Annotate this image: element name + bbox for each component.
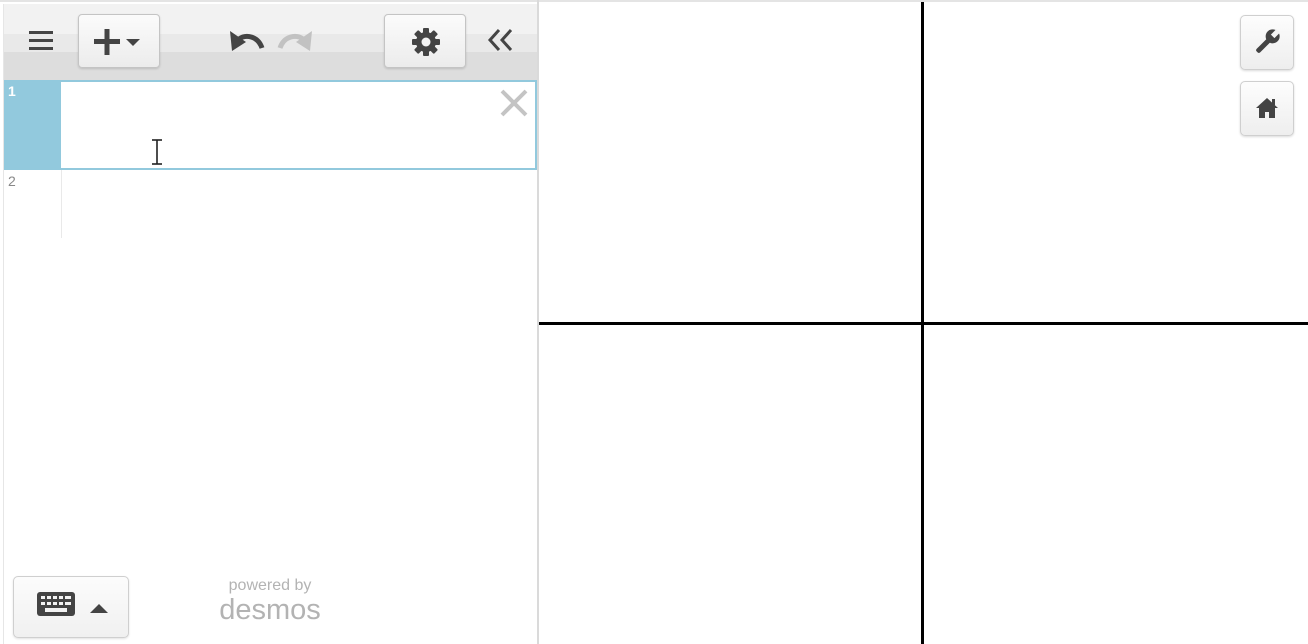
expression-gutter[interactable]: 2 <box>4 170 61 260</box>
expression-number: 2 <box>8 173 16 189</box>
powered-by-logo[interactable]: powered by desmos <box>190 577 350 625</box>
expression-input[interactable] <box>61 80 537 170</box>
undo-button[interactable] <box>226 24 266 58</box>
expression-input[interactable] <box>61 170 537 238</box>
settings-button[interactable] <box>384 14 466 68</box>
hamburger-icon <box>29 31 53 50</box>
powered-by-text: powered by <box>228 577 312 594</box>
brand-wordmark: desmos <box>219 594 321 626</box>
home-icon <box>1256 98 1278 118</box>
collapse-panel-button[interactable] <box>484 24 518 58</box>
x-axis <box>539 322 1308 325</box>
caret-up-icon <box>90 604 108 613</box>
delete-expression-button[interactable] <box>499 88 529 118</box>
graph-paper[interactable] <box>539 0 1308 644</box>
keypad-toggle-button[interactable] <box>13 576 129 638</box>
expression-list: 1 2 <box>4 80 537 260</box>
graphing-calculator: 1 2 powered by desmos <box>0 0 1308 644</box>
plus-dropdown-icon <box>94 29 140 55</box>
expression-toolbar <box>4 4 537 80</box>
redo-icon <box>277 31 312 51</box>
default-viewport-button[interactable] <box>1240 81 1294 136</box>
expression-panel: 1 2 powered by desmos <box>0 0 537 644</box>
wrench-icon <box>1256 28 1281 53</box>
add-item-button[interactable] <box>78 14 160 68</box>
expression-row[interactable]: 1 <box>4 80 537 170</box>
gear-icon <box>412 28 440 56</box>
expression-row[interactable]: 2 <box>4 170 537 260</box>
graph-settings-button[interactable] <box>1240 15 1294 70</box>
menu-button[interactable] <box>26 26 56 56</box>
keyboard-icon <box>37 592 108 616</box>
double-chevron-left-icon <box>487 28 513 52</box>
text-cursor-icon <box>152 139 162 165</box>
undo-icon <box>230 31 265 51</box>
expression-number: 1 <box>8 83 16 99</box>
expression-gutter[interactable]: 1 <box>4 80 61 170</box>
redo-button[interactable] <box>276 24 316 58</box>
close-icon <box>500 89 528 117</box>
